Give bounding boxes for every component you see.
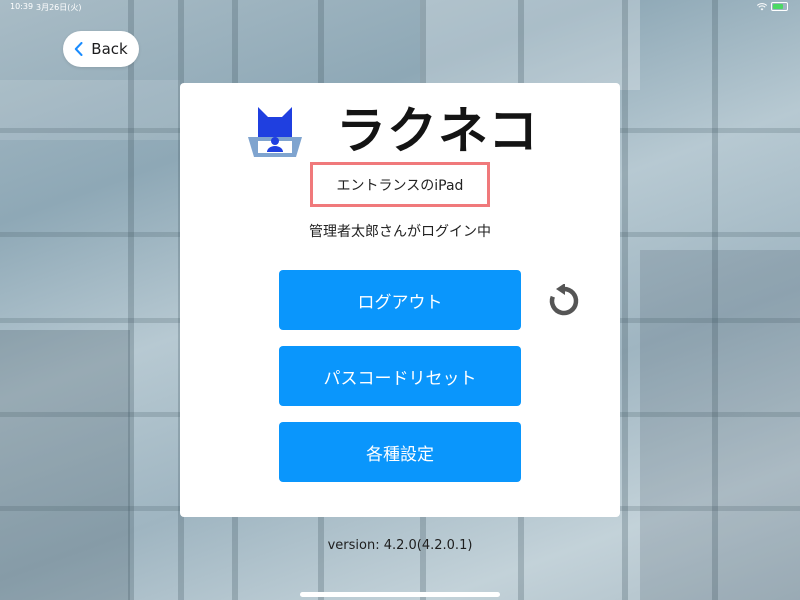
cat-logo-icon <box>248 107 302 157</box>
chevron-left-icon <box>75 42 83 56</box>
login-status: 管理者太郎さんがログイン中 <box>309 224 491 240</box>
logout-button[interactable]: ログアウト <box>279 270 521 330</box>
battery-icon <box>771 2 788 11</box>
status-time: 10:39 <box>10 2 34 11</box>
refresh-button[interactable] <box>547 284 581 318</box>
device-name: エントランスのiPad <box>336 177 464 194</box>
home-indicator[interactable] <box>300 592 500 597</box>
settings-button[interactable]: 各種設定 <box>279 422 521 482</box>
app-screen: 10:39 3月26日(火) Back ラクネコ エントランスのiPad 管理者… <box>0 0 800 600</box>
status-date: 3月26日(火) <box>36 3 82 12</box>
back-label: Back <box>91 40 128 58</box>
app-name: ラクネコ <box>336 102 539 160</box>
passcode-reset-button[interactable]: パスコードリセット <box>279 346 521 406</box>
status-bar: 10:39 3月26日(火) <box>0 0 800 14</box>
app-logo: ラクネコ <box>246 103 539 159</box>
main-card: ラクネコ エントランスのiPad 管理者太郎さんがログイン中 ログアウト パスコ… <box>180 83 620 517</box>
version-label: version: 4.2.0(4.2.0.1) <box>327 538 473 553</box>
status-icons <box>757 2 788 11</box>
device-name-highlight: エントランスのiPad <box>310 162 490 207</box>
wifi-icon <box>757 2 767 10</box>
refresh-icon <box>549 284 579 316</box>
back-button[interactable]: Back <box>63 31 139 67</box>
